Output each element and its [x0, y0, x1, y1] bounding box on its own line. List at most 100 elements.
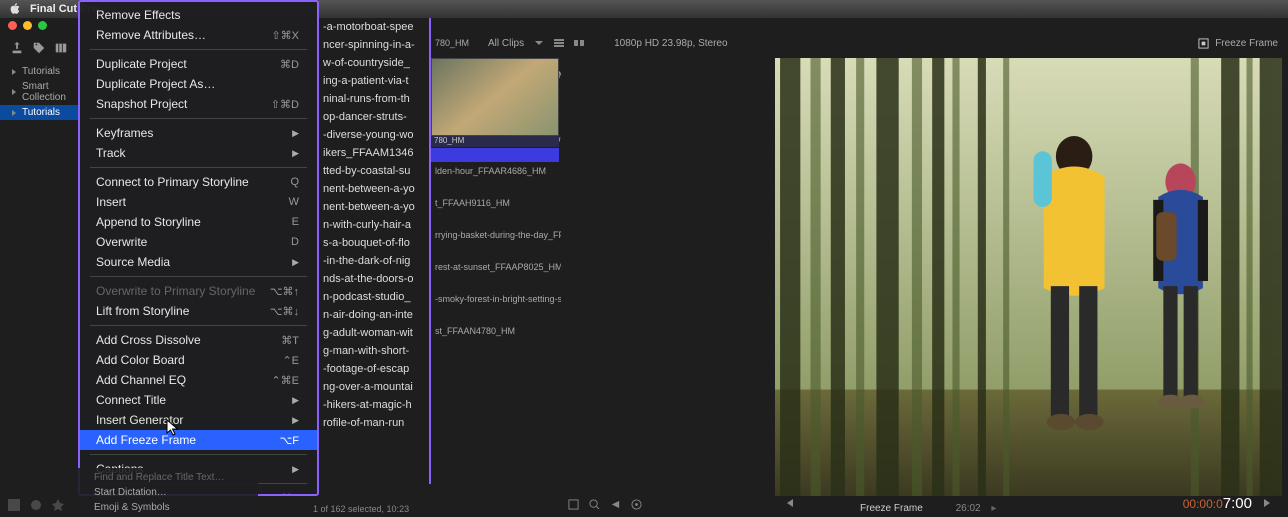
- effect-icon[interactable]: [52, 499, 64, 511]
- browser-status: 1 of 162 selected, 10:23: [313, 504, 409, 514]
- clip-row[interactable]: ng-over-a-mountai: [319, 378, 429, 396]
- menu-item[interactable]: Remove Attributes…⇧⌘X: [80, 25, 317, 45]
- menu-item[interactable]: OverwriteD: [80, 232, 317, 252]
- menu-item[interactable]: Connect Title▶: [80, 390, 317, 410]
- clip-selection-bar[interactable]: [431, 148, 559, 162]
- filter-dropdown-icon[interactable]: [534, 38, 544, 48]
- clip-thumbnail-label: 780_HM: [431, 136, 559, 147]
- menu-item[interactable]: Snapshot Project⇧⌘D: [80, 94, 317, 114]
- menu-item[interactable]: Keyframes▶: [80, 123, 317, 143]
- dictation-submenu[interactable]: Find and Replace Title Text… Start Dicta…: [78, 468, 258, 517]
- menu-item[interactable]: Lift from Storyline⌥⌘↓: [80, 301, 317, 321]
- clip-appearance-icon[interactable]: [568, 499, 579, 510]
- clip-row[interactable]: ikers_FFAAM1346: [319, 144, 429, 162]
- menu-separator: [90, 325, 307, 326]
- find-replace-title-item[interactable]: Find and Replace Title Text…: [78, 470, 258, 485]
- menu-item[interactable]: Source Media▶: [80, 252, 317, 272]
- clip-name-column[interactable]: -a-motorboat-speencer-spinning-in-a-w-of…: [319, 18, 431, 484]
- clip-row[interactable]: n-with-curly-hair-a: [319, 216, 429, 234]
- skip-forward-icon[interactable]: [1262, 498, 1272, 508]
- menu-item[interactable]: Remove Effects: [80, 5, 317, 25]
- library-icon[interactable]: [54, 41, 68, 55]
- edit-context-menu[interactable]: Remove EffectsRemove Attributes…⇧⌘X Dupli…: [78, 0, 319, 496]
- menu-item[interactable]: Duplicate Project As…: [80, 74, 317, 94]
- options-icon[interactable]: [631, 499, 642, 510]
- tool-icon[interactable]: [30, 499, 42, 511]
- clip-row[interactable]: ing-a-patient-via-t: [319, 72, 429, 90]
- clip-row[interactable]: -diverse-young-wo: [319, 126, 429, 144]
- menu-item-label: Source Media: [96, 255, 170, 269]
- sidebar-item-smart-collection[interactable]: Smart Collection: [0, 79, 78, 105]
- apple-icon[interactable]: [8, 2, 22, 16]
- clip-row[interactable]: -footage-of-escap: [319, 360, 429, 378]
- clip-row[interactable]: w-of-countryside_: [319, 54, 429, 72]
- clip-thumbnail[interactable]: [431, 58, 559, 136]
- clip-row[interactable]: -a-motorboat-spee: [319, 18, 429, 36]
- clip-row[interactable]: n-air-doing-an-inte: [319, 306, 429, 324]
- freeze-frame-icon: [1198, 38, 1209, 49]
- close-window-icon[interactable]: [8, 21, 17, 30]
- menu-item[interactable]: Duplicate Project⌘D: [80, 54, 317, 74]
- clip-detail-row[interactable]: t_FFAAH9116_HM: [431, 178, 561, 210]
- menu-item[interactable]: Add Color Board⌃E: [80, 350, 317, 370]
- library-toolbar: [0, 32, 78, 64]
- clip-row[interactable]: nent-between-a-yo: [319, 180, 429, 198]
- menu-shortcut: ⌥F: [280, 434, 299, 447]
- filmstrip-view-icon[interactable]: [574, 38, 584, 48]
- start-dictation-item[interactable]: Start Dictation…: [78, 485, 258, 500]
- clip-row[interactable]: s-a-bouquet-of-flo: [319, 234, 429, 252]
- clip-filter[interactable]: All Clips: [488, 38, 524, 49]
- clip-row[interactable]: rofile-of-man-run: [319, 414, 429, 432]
- menu-item-label: Duplicate Project: [96, 57, 187, 71]
- menu-item-label: Connect to Primary Storyline: [96, 175, 249, 189]
- clip-detail-row[interactable]: -smoky-forest-in-bright-setting-sunlight: [431, 274, 561, 306]
- zoom-window-icon[interactable]: [38, 21, 47, 30]
- clip-format: 1080p HD 23.98p, Stereo: [614, 38, 727, 49]
- timecode[interactable]: 00:00:07:00: [1183, 495, 1252, 512]
- clip-detail-row[interactable]: rest-at-sunset_FFAAP8025_HM: [431, 242, 561, 274]
- menu-item[interactable]: Add Cross Dissolve⌘T: [80, 330, 317, 350]
- menu-item[interactable]: Track▶: [80, 143, 317, 163]
- clip-row[interactable]: ncer-spinning-in-a-: [319, 36, 429, 54]
- sidebar-item-tutorials-event[interactable]: Tutorials: [0, 105, 78, 120]
- list-view-icon[interactable]: [554, 38, 564, 48]
- sidebar-item-label: Smart Collection: [22, 81, 72, 103]
- menu-item-label: Add Freeze Frame: [96, 433, 196, 447]
- skip-back-icon[interactable]: [785, 498, 795, 508]
- clip-row[interactable]: ninal-runs-from-th: [319, 90, 429, 108]
- menu-item[interactable]: Insert Generator▶: [80, 410, 317, 430]
- clip-row[interactable]: tted-by-coastal-su: [319, 162, 429, 180]
- index-icon[interactable]: [8, 499, 20, 511]
- timeline-clip-label[interactable]: Freeze Frame 26:02 ▸: [860, 503, 996, 514]
- submenu-arrow-icon: ▶: [292, 464, 299, 475]
- menu-item-label: Overwrite to Primary Storyline: [96, 284, 255, 298]
- clip-row[interactable]: nent-between-a-yo: [319, 198, 429, 216]
- clip-detail-row[interactable]: st_FFAAN4780_HM: [431, 306, 561, 338]
- zoom-icon[interactable]: [589, 499, 600, 510]
- clip-row[interactable]: n-podcast-studio_: [319, 288, 429, 306]
- clip-row[interactable]: g-adult-woman-wit: [319, 324, 429, 342]
- viewer-canvas[interactable]: [775, 58, 1282, 496]
- clip-detail-row[interactable]: rrying-basket-during-the-day_FFAAF422: [431, 210, 561, 242]
- import-icon[interactable]: [10, 41, 24, 55]
- clip-row[interactable]: g-man-with-short-: [319, 342, 429, 360]
- skimming-icon[interactable]: [610, 499, 621, 510]
- library-sidebar: Tutorials Smart Collection Tutorials: [0, 64, 78, 120]
- clip-row[interactable]: op-dancer-struts-: [319, 108, 429, 126]
- minimize-window-icon[interactable]: [23, 21, 32, 30]
- menu-item[interactable]: Append to StorylineE: [80, 212, 317, 232]
- menu-item[interactable]: InsertW: [80, 192, 317, 212]
- clip-row[interactable]: -in-the-dark-of-nig: [319, 252, 429, 270]
- menu-shortcut: W: [289, 196, 299, 208]
- clip-row[interactable]: nds-at-the-doors-o: [319, 270, 429, 288]
- menu-shortcut: ⌃E: [282, 354, 299, 367]
- menu-item-label: Add Channel EQ: [96, 373, 186, 387]
- emoji-symbols-item[interactable]: Emoji & Symbols: [78, 500, 258, 515]
- menu-shortcut: D: [291, 236, 299, 248]
- menu-item[interactable]: Add Channel EQ⌃⌘E: [80, 370, 317, 390]
- sidebar-item-tutorials-lib[interactable]: Tutorials: [0, 64, 78, 79]
- clip-row[interactable]: -hikers-at-magic-h: [319, 396, 429, 414]
- menu-item[interactable]: Connect to Primary StorylineQ: [80, 172, 317, 192]
- menu-item[interactable]: Add Freeze Frame ⌥F: [80, 430, 317, 450]
- keyword-icon[interactable]: [32, 41, 46, 55]
